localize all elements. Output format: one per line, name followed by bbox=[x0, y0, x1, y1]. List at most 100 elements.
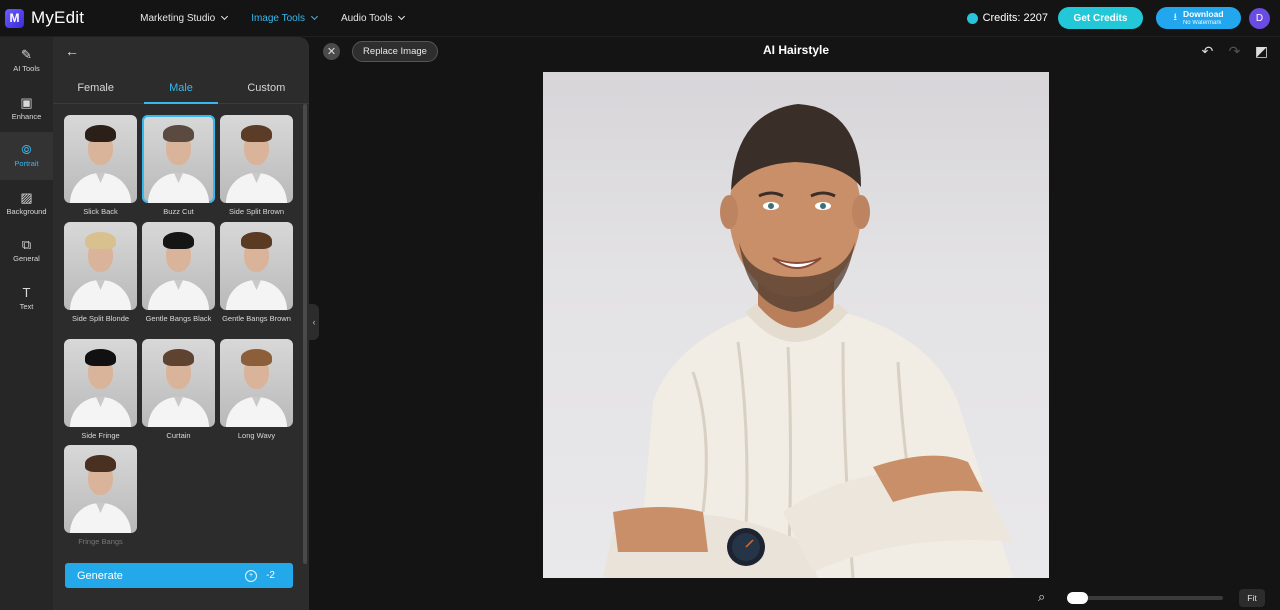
chevron-down-icon bbox=[310, 12, 318, 21]
chevron-down-icon bbox=[398, 12, 406, 21]
wand-icon: ✎ bbox=[21, 47, 32, 63]
enhance-icon: ▣ bbox=[20, 94, 33, 110]
gender-tabs: Female Male Custom bbox=[53, 77, 309, 104]
hairstyle-option[interactable]: Fringe Bangs bbox=[64, 445, 137, 547]
portrait-icon: ⦾ bbox=[21, 142, 32, 158]
hairstyle-label: Long Wavy bbox=[237, 431, 276, 440]
user-avatar[interactable]: D bbox=[1249, 7, 1270, 29]
top-nav: Marketing Studio Image Tools Audio Tools bbox=[140, 12, 406, 24]
nav-audio-tools[interactable]: Audio Tools bbox=[340, 12, 406, 24]
tab-female[interactable]: Female bbox=[53, 77, 138, 103]
hair-shape bbox=[85, 455, 116, 472]
hairstyle-thumbnail bbox=[142, 339, 215, 427]
download-sublabel: No Watermark bbox=[1182, 19, 1222, 26]
rail-item-enhance[interactable]: ▣ Enhance bbox=[0, 85, 53, 133]
hair-shape bbox=[241, 232, 272, 249]
nav-label: Marketing Studio bbox=[140, 12, 216, 24]
hairstyle-option[interactable]: Slick Back bbox=[64, 115, 137, 217]
hairstyle-option[interactable]: Buzz Cut bbox=[142, 115, 215, 217]
background-icon: ▨ bbox=[20, 189, 33, 205]
app-name: MyEdit bbox=[31, 8, 85, 27]
nav-label: Image Tools bbox=[251, 12, 305, 24]
header-actions: Credits: 2207 Get Credits ⭳ Download No … bbox=[966, 7, 1270, 29]
hairstyle-panel: ← Female Male Custom Slick Back Buzz Cut S… bbox=[53, 37, 309, 610]
hairstyle-thumbnail bbox=[142, 115, 215, 203]
hairstyle-thumbnail bbox=[64, 445, 137, 533]
hairstyle-option[interactable]: Side Fringe bbox=[64, 339, 137, 441]
hair-shape bbox=[163, 232, 194, 249]
hairstyle-label: Fringe Bangs bbox=[78, 537, 123, 546]
get-credits-button[interactable]: Get Credits bbox=[1058, 7, 1143, 29]
generate-button[interactable]: Generate + -2 bbox=[65, 563, 293, 588]
rail-label: AI Tools bbox=[13, 64, 40, 74]
hairstyle-thumbnail bbox=[64, 339, 137, 427]
hairstyle-label: Buzz Cut bbox=[163, 207, 194, 216]
rail-item-portrait[interactable]: ⦾ Portrait bbox=[0, 132, 53, 180]
general-icon: ⧉ bbox=[21, 237, 32, 253]
hairstyle-thumbnail bbox=[220, 339, 293, 427]
hair-shape bbox=[85, 125, 116, 142]
undo-icon[interactable]: ↶ bbox=[1199, 43, 1216, 60]
zoom-slider-knob[interactable] bbox=[1067, 592, 1088, 604]
rail-item-background[interactable]: ▨ Background bbox=[0, 180, 53, 228]
generate-cost: + -2 bbox=[245, 569, 275, 582]
rail-label: Enhance bbox=[11, 111, 42, 121]
panel-scrollbar[interactable] bbox=[303, 104, 307, 564]
text-icon: T bbox=[22, 284, 31, 300]
hairstyle-label: Side Fringe bbox=[81, 431, 120, 440]
download-button[interactable]: ⭳ Download No Watermark bbox=[1156, 7, 1241, 29]
hairstyle-label: Gentle Bangs Brown bbox=[222, 314, 291, 323]
hairstyle-option[interactable]: Long Wavy bbox=[220, 339, 293, 441]
portrait-illustration bbox=[603, 104, 1013, 578]
hairstyle-label: Slick Back bbox=[83, 207, 118, 216]
zoom-icon[interactable]: ⌕ bbox=[1038, 589, 1045, 605]
chevron-down-icon bbox=[221, 12, 229, 21]
tool-rail: ✎ AI Tools ▣ Enhance ⦾ Portrait ▨ Backgr… bbox=[0, 37, 53, 610]
app-logo[interactable]: M MyEdit bbox=[5, 8, 84, 28]
hair-shape bbox=[163, 349, 194, 366]
credits-coin-icon bbox=[966, 12, 978, 24]
hair-shape bbox=[85, 349, 116, 366]
editor-main: ✕ Replace Image AI Hairstyle ↶ ↷ ◩ ⌕ Fit bbox=[319, 37, 1280, 610]
hairstyle-label: Gentle Bangs Black bbox=[145, 314, 212, 323]
hairstyle-option[interactable]: Gentle Bangs Black bbox=[142, 222, 215, 324]
nav-marketing-studio[interactable]: Marketing Studio bbox=[140, 12, 229, 24]
generate-cost-value: -2 bbox=[266, 570, 275, 581]
zoom-slider[interactable] bbox=[1067, 592, 1223, 604]
collapse-panel-handle[interactable]: ‹ bbox=[309, 304, 319, 340]
zoom-bar: ⌕ Fit bbox=[319, 586, 1280, 610]
compare-icon[interactable]: ◩ bbox=[1253, 43, 1270, 60]
logo-mark: M bbox=[5, 8, 24, 28]
hairstyle-label: Curtain bbox=[166, 431, 191, 440]
nav-label: Audio Tools bbox=[340, 12, 393, 24]
hairstyle-thumbnail bbox=[220, 222, 293, 310]
hair-shape bbox=[85, 232, 116, 249]
hair-shape bbox=[241, 349, 272, 366]
download-label: Download bbox=[1182, 9, 1224, 20]
rail-item-general[interactable]: ⧉ General bbox=[0, 227, 53, 275]
hair-shape bbox=[241, 125, 272, 142]
hairstyle-thumbnail bbox=[142, 222, 215, 310]
rail-item-ai-tools[interactable]: ✎ AI Tools bbox=[0, 37, 53, 85]
download-text: Download No Watermark bbox=[1183, 10, 1224, 26]
credits-label: Credits: 2207 bbox=[982, 12, 1048, 24]
tab-custom[interactable]: Custom bbox=[224, 77, 309, 103]
hairstyle-label: Side Split Blonde bbox=[71, 314, 130, 323]
hairstyle-option[interactable]: Side Split Brown bbox=[220, 115, 293, 217]
hairstyle-option[interactable]: Gentle Bangs Brown bbox=[220, 222, 293, 324]
redo-icon[interactable]: ↷ bbox=[1226, 43, 1243, 60]
back-arrow-icon[interactable]: ← bbox=[65, 43, 79, 59]
tab-male[interactable]: Male bbox=[138, 77, 223, 104]
rail-label: General bbox=[13, 254, 40, 264]
top-bar: M MyEdit Marketing Studio Image Tools Au… bbox=[0, 0, 1280, 37]
hairstyle-thumbnail bbox=[220, 115, 293, 203]
fit-button[interactable]: Fit bbox=[1239, 589, 1265, 607]
rail-label: Background bbox=[6, 206, 47, 216]
rail-label: Portrait bbox=[14, 159, 39, 169]
hairstyle-thumbnail bbox=[64, 222, 137, 310]
rail-item-text[interactable]: T Text bbox=[0, 275, 53, 323]
hairstyle-option[interactable]: Side Split Blonde bbox=[64, 222, 137, 324]
nav-image-tools[interactable]: Image Tools bbox=[251, 12, 318, 24]
page-title: AI Hairstyle bbox=[762, 43, 830, 57]
hairstyle-option[interactable]: Curtain bbox=[142, 339, 215, 441]
